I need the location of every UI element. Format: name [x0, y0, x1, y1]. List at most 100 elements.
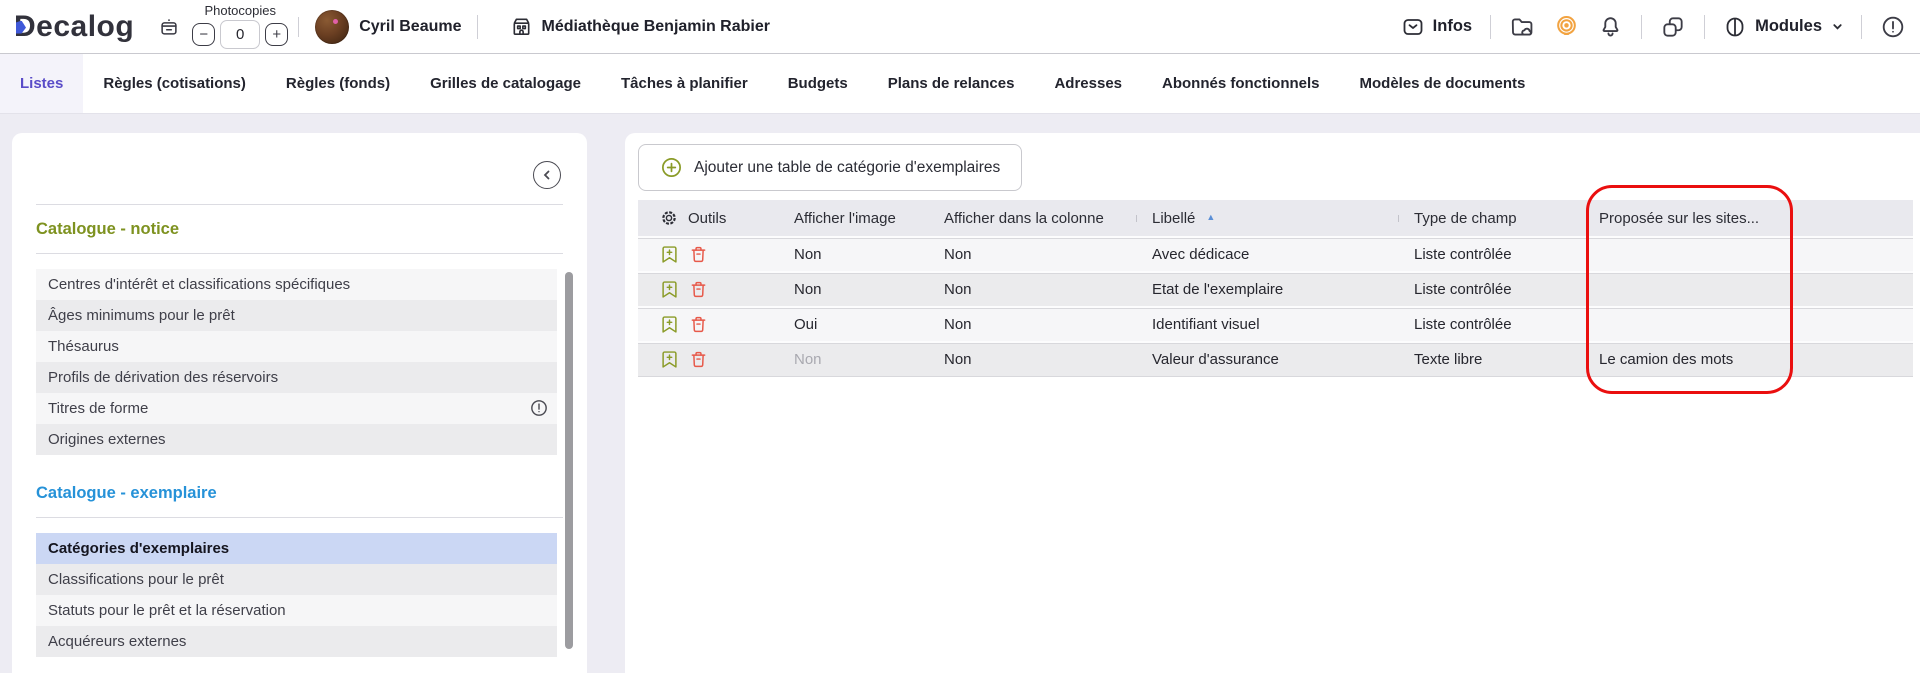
modules-cube-icon [1723, 15, 1747, 39]
tab-grilles-catalogage[interactable]: Grilles de catalogage [410, 54, 601, 113]
sidebar-item-categories-exemplaires[interactable]: Catégories d'exemplaires [36, 533, 557, 564]
cell-type-champ: Liste contrôlée [1414, 316, 1512, 333]
tab-abonnes-fonctionnels[interactable]: Abonnés fonctionnels [1142, 54, 1340, 113]
decalog-logo[interactable]: Decalog [14, 9, 135, 43]
sidebar-item-ages-minimums[interactable]: Âges minimums pour le prêt [36, 300, 557, 331]
categories-table-panel: Ajouter une table de catégorie d'exempla… [625, 133, 1920, 673]
folder-cloud-icon[interactable] [1509, 14, 1535, 40]
cell-afficher-image: Non [794, 246, 822, 263]
cell-libelle: Avec dédicace [1152, 246, 1250, 263]
settings-tab-bar: Listes Règles (cotisations) Règles (fond… [0, 54, 1920, 114]
add-button-label: Ajouter une table de catégorie d'exempla… [694, 158, 1001, 176]
tab-budgets[interactable]: Budgets [768, 54, 868, 113]
bookmark-add-icon[interactable] [659, 314, 680, 335]
column-header-outils[interactable]: Outils [638, 208, 778, 228]
sidebar-divider [36, 253, 563, 254]
broadcast-notification-icon[interactable] [1553, 13, 1580, 40]
cell-sites: Le camion des mots [1599, 351, 1734, 368]
mail-icon [1401, 15, 1425, 39]
site-name: Médiathèque Benjamin Rabier [541, 17, 770, 35]
app-header: Decalog Photocopies − 0 + Cyril Beaume M… [0, 0, 1920, 54]
section-title-catalogue-exemplaire: Catalogue - exemplaire [36, 484, 217, 502]
table-body: Non Non Avec dédicace Liste contrôlée No… [638, 236, 1913, 377]
sidebar-item-centres-interet[interactable]: Centres d'intérêt et classifications spé… [36, 269, 557, 300]
photocopies-plus-button[interactable]: + [265, 23, 289, 46]
sidebar-item-titres-de-forme[interactable]: Titres de forme [36, 393, 557, 424]
library-building-icon [510, 15, 533, 38]
add-category-table-button[interactable]: Ajouter une table de catégorie d'exempla… [638, 144, 1023, 191]
sidebar-divider [36, 517, 563, 518]
photocopies-counter: Photocopies − 0 + [192, 3, 289, 49]
plus-circle-icon [660, 156, 683, 179]
cell-afficher-image: Non [794, 351, 822, 368]
modules-menu-button[interactable]: Modules [1723, 15, 1843, 39]
table-row[interactable]: Oui Non Identifiant visuel Liste contrôl… [638, 306, 1913, 341]
catalogue-notice-list: Centres d'intérêt et classifications spé… [36, 269, 563, 455]
trash-icon[interactable] [688, 279, 709, 300]
page-content: Catalogue - notice Centres d'intérêt et … [0, 114, 1920, 673]
table-row[interactable]: Non Non Avec dédicace Liste contrôlée [638, 236, 1913, 271]
photocopies-label: Photocopies [204, 3, 276, 18]
cell-afficher-colonne: Non [944, 351, 972, 368]
infos-button[interactable]: Infos [1401, 15, 1472, 39]
table-row[interactable]: Non Non Valeur d'assurance Texte libre L… [638, 341, 1913, 376]
cell-afficher-image: Non [794, 281, 822, 298]
current-site[interactable]: Médiathèque Benjamin Rabier [510, 15, 770, 38]
column-header-proposee-sites[interactable]: Proposée sur les sites... [1583, 210, 1803, 227]
sidebar-scrollbar[interactable] [565, 272, 573, 649]
tab-regles-fonds[interactable]: Règles (fonds) [266, 54, 410, 113]
user-name: Cyril Beaume [359, 17, 462, 35]
photocopies-count-input[interactable]: 0 [220, 20, 261, 49]
tab-plans-relances[interactable]: Plans de relances [868, 54, 1035, 113]
cell-libelle: Etat de l'exemplaire [1152, 281, 1284, 298]
collapse-sidebar-button[interactable] [533, 161, 561, 189]
cell-type-champ: Liste contrôlée [1414, 246, 1512, 263]
brand-text: Decalog [14, 9, 135, 43]
tab-adresses[interactable]: Adresses [1034, 54, 1142, 113]
tab-regles-cotisations[interactable]: Règles (cotisations) [83, 54, 266, 113]
cell-afficher-colonne: Non [944, 281, 972, 298]
cell-afficher-colonne: Non [944, 246, 972, 263]
sidebar-item-thesaurus[interactable]: Thésaurus [36, 331, 557, 362]
header-divider [477, 14, 479, 39]
trash-icon[interactable] [688, 314, 709, 335]
tab-taches-planifier[interactable]: Tâches à planifier [601, 54, 768, 113]
header-divider [298, 16, 300, 37]
help-info-icon[interactable] [1880, 14, 1906, 40]
bookmark-add-icon[interactable] [659, 244, 680, 265]
header-divider [1490, 14, 1492, 39]
infos-label: Infos [1432, 17, 1473, 35]
tab-listes[interactable]: Listes [0, 54, 84, 113]
sidebar-item-label: Titres de forme [48, 400, 149, 417]
sidebar-item-origines-externes[interactable]: Origines externes [36, 424, 557, 455]
cell-type-champ: Texte libre [1414, 351, 1483, 368]
column-header-afficher-image[interactable]: Afficher l'image [778, 210, 928, 227]
table-row[interactable]: Non Non Etat de l'exemplaire Liste contr… [638, 271, 1913, 306]
column-header-afficher-colonne[interactable]: Afficher dans la colonne [928, 210, 1136, 227]
sidebar-item-statuts-pret-reservation[interactable]: Statuts pour le prêt et la réservation [36, 595, 557, 626]
column-header-type-champ[interactable]: Type de champ [1398, 210, 1583, 227]
photocopies-minus-button[interactable]: − [192, 23, 216, 46]
bell-icon[interactable] [1598, 14, 1623, 39]
bookmark-add-icon[interactable] [659, 349, 680, 370]
duplicates-layers-icon[interactable] [1660, 14, 1686, 40]
gear-icon [659, 208, 679, 228]
sidebar-item-classifications-pret[interactable]: Classifications pour le prêt [36, 564, 557, 595]
cell-libelle: Identifiant visuel [1152, 316, 1260, 333]
cell-libelle: Valeur d'assurance [1152, 351, 1279, 368]
header-divider [1861, 14, 1862, 39]
sidebar-item-acquereurs-externes[interactable]: Acquéreurs externes [36, 626, 557, 657]
bookmark-add-icon[interactable] [659, 279, 680, 300]
header-divider [1641, 14, 1643, 39]
tab-modeles-documents[interactable]: Modèles de documents [1340, 54, 1546, 113]
user-avatar[interactable] [315, 9, 350, 44]
trash-icon[interactable] [688, 349, 709, 370]
chevron-down-icon [1832, 21, 1843, 32]
section-title-catalogue-notice: Catalogue - notice [36, 220, 180, 238]
trash-icon[interactable] [688, 244, 709, 265]
categories-table: Outils Afficher l'image Afficher dans la… [638, 200, 1913, 377]
column-header-libelle[interactable]: Libellé ▲ [1136, 210, 1398, 227]
lists-sidebar: Catalogue - notice Centres d'intérêt et … [12, 133, 587, 673]
sidebar-item-profils-derivation[interactable]: Profils de dérivation des réservoirs [36, 362, 557, 393]
warning-info-icon [529, 398, 549, 418]
